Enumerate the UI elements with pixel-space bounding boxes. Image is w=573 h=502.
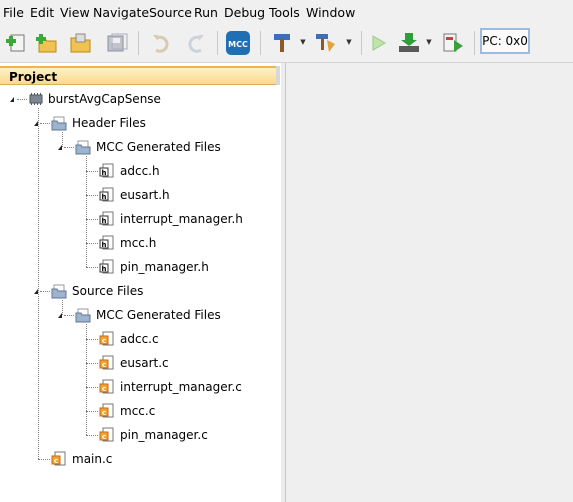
run-icon[interactable]	[366, 30, 392, 56]
tab-corner	[276, 66, 280, 85]
tree-node-adcc-c[interactable]: c adcc.c	[86, 331, 266, 349]
tree-node-label: adcc.c	[120, 332, 159, 346]
tree-node-header-files[interactable]: Header Files	[34, 115, 264, 133]
undo-icon[interactable]	[148, 30, 174, 56]
tree-node-main-c[interactable]: c main.c	[38, 451, 238, 469]
clean-build-dropdown-icon[interactable]: ▼	[345, 35, 353, 49]
expanded-arrow-icon[interactable]	[58, 145, 62, 150]
svg-text:MCC: MCC	[228, 40, 248, 49]
save-all-icon[interactable]	[104, 30, 130, 56]
debug-project-icon[interactable]	[440, 30, 466, 56]
menu-edit[interactable]: Edit	[30, 6, 54, 20]
menu-source[interactable]: Source	[149, 6, 192, 20]
svg-text:c: c	[102, 337, 106, 345]
tree-node-mcc-generated-headers[interactable]: MCC Generated Files	[58, 139, 268, 157]
tree-node-label: Source Files	[72, 284, 144, 298]
expanded-arrow-icon[interactable]	[10, 97, 14, 102]
expanded-arrow-icon[interactable]	[58, 313, 62, 318]
tree-node-label: pin_manager.c	[120, 428, 208, 442]
c-file-icon: c	[99, 403, 115, 419]
tree-node-label: Header Files	[72, 116, 146, 130]
open-project-icon[interactable]	[68, 30, 94, 56]
header-file-icon: h	[99, 211, 115, 227]
folder-icon	[75, 307, 91, 323]
tree-node-mcc-h[interactable]: h mcc.h	[86, 235, 266, 253]
tree-node-label: adcc.h	[120, 164, 160, 178]
svg-text:c: c	[54, 457, 58, 465]
tree-node-pin-manager-c[interactable]: c pin_manager.c	[86, 427, 266, 445]
build-hammer-icon[interactable]	[270, 30, 296, 56]
tree-node-label: eusart.c	[120, 356, 169, 370]
menu-debug[interactable]: Debug	[224, 6, 265, 20]
project-tab-label: Project	[9, 70, 58, 84]
tree-node-label: pin_manager.h	[120, 260, 209, 274]
tree-node-adcc-h[interactable]: h adcc.h	[86, 163, 266, 181]
mcc-icon[interactable]: MCC	[225, 30, 251, 56]
svg-text:c: c	[102, 385, 106, 393]
tree-node-label: mcc.h	[120, 236, 157, 250]
tree-node-label: interrupt_manager.c	[120, 380, 242, 394]
svg-text:h: h	[102, 169, 107, 177]
c-file-icon: c	[51, 451, 67, 467]
tree-node-interrupt-manager-h[interactable]: h interrupt_manager.h	[86, 211, 266, 229]
folder-icon	[51, 115, 67, 131]
menu-file[interactable]: File	[3, 6, 24, 20]
tree-node-mcc-generated-sources[interactable]: MCC Generated Files	[58, 307, 268, 325]
svg-text:h: h	[102, 265, 107, 273]
c-file-icon: c	[99, 355, 115, 371]
tree-node-interrupt-manager-c[interactable]: c interrupt_manager.c	[86, 379, 266, 397]
header-file-icon: h	[99, 259, 115, 275]
new-project-icon[interactable]	[34, 30, 60, 56]
program-counter-display: PC: 0x0	[480, 28, 530, 54]
svg-text:c: c	[102, 361, 106, 369]
svg-text:h: h	[102, 241, 107, 249]
new-file-icon[interactable]	[4, 30, 30, 56]
tree-node-label: main.c	[72, 452, 113, 466]
header-file-icon: h	[99, 235, 115, 251]
tree-node-label: interrupt_manager.h	[120, 212, 243, 226]
tree-node-source-files[interactable]: Source Files	[34, 283, 264, 301]
tree-node-eusart-h[interactable]: h eusart.h	[86, 187, 266, 205]
program-device-dropdown-icon[interactable]: ▼	[425, 35, 433, 49]
svg-text:h: h	[102, 193, 107, 201]
menu-bar: File Edit View Navigate Source Run Debug…	[0, 0, 573, 26]
editor-area[interactable]	[285, 63, 573, 502]
header-file-icon: h	[99, 163, 115, 179]
tree-node-label: MCC Generated Files	[96, 308, 221, 322]
svg-text:c: c	[102, 433, 106, 441]
menu-navigate[interactable]: Navigate	[93, 6, 149, 20]
c-file-icon: c	[99, 427, 115, 443]
tree-node-label: eusart.h	[120, 188, 170, 202]
c-file-icon: c	[99, 379, 115, 395]
redo-icon[interactable]	[183, 30, 209, 56]
folder-icon	[75, 139, 91, 155]
chip-project-icon	[28, 91, 44, 107]
svg-text:h: h	[102, 217, 107, 225]
project-tab[interactable]: Project	[0, 66, 280, 85]
build-dropdown-icon[interactable]: ▼	[299, 35, 307, 49]
menu-window[interactable]: Window	[306, 6, 355, 20]
tree-node-project[interactable]: burstAvgCapSense	[10, 91, 270, 109]
menu-view[interactable]: View	[60, 6, 90, 20]
folder-icon	[51, 283, 67, 299]
expanded-arrow-icon[interactable]	[34, 289, 38, 294]
tree-node-label: mcc.c	[120, 404, 156, 418]
tree-node-label: burstAvgCapSense	[48, 92, 161, 106]
c-file-icon: c	[99, 331, 115, 347]
header-file-icon: h	[99, 187, 115, 203]
expanded-arrow-icon[interactable]	[34, 121, 38, 126]
svg-text:c: c	[102, 409, 106, 417]
tree-node-mcc-c[interactable]: c mcc.c	[86, 403, 266, 421]
tree-node-label: MCC Generated Files	[96, 140, 221, 154]
menu-tools[interactable]: Tools	[269, 6, 300, 20]
tree-node-eusart-c[interactable]: c eusart.c	[86, 355, 266, 373]
menu-run[interactable]: Run	[194, 6, 218, 20]
program-device-icon[interactable]	[396, 30, 422, 56]
clean-build-icon[interactable]	[313, 30, 339, 56]
tree-node-pin-manager-h[interactable]: h pin_manager.h	[86, 259, 266, 277]
